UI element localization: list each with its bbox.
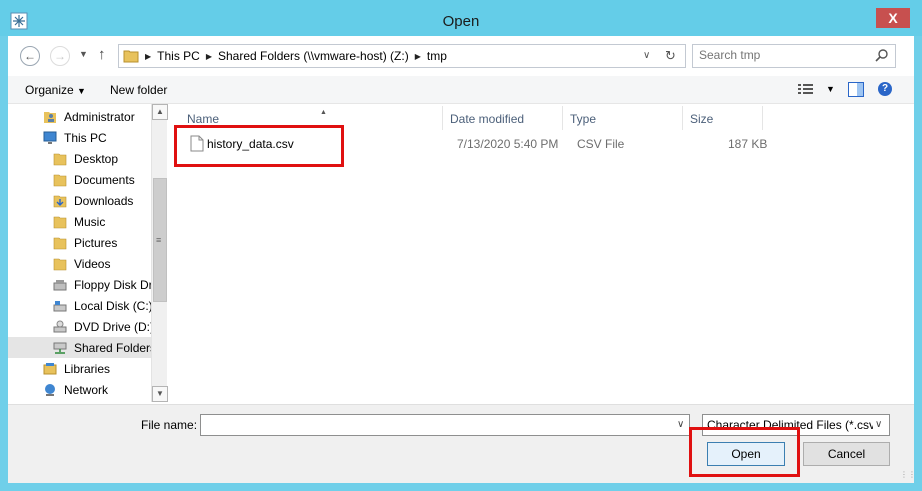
chevron-down-icon: ▼ <box>77 86 86 96</box>
column-header-date-modified[interactable]: Date modified <box>443 106 563 130</box>
up-arrow-icon[interactable]: ↑ <box>98 46 106 63</box>
folder-icon <box>53 174 67 186</box>
nav-item-label: Administrator <box>64 109 135 124</box>
nav-item-label: Documents <box>74 172 135 187</box>
nav-item-label: DVD Drive (D:) <box>74 319 151 334</box>
breadcrumb-this-pc[interactable]: This PC <box>157 49 200 63</box>
computer-icon <box>43 131 57 144</box>
folder-icon <box>53 216 67 228</box>
file-name-chevron-down-icon[interactable]: ∨ <box>677 419 684 430</box>
column-header-label: Name <box>187 112 220 126</box>
nav-item-label: Network <box>64 382 109 397</box>
file-name-combobox[interactable]: ∨ <box>200 414 690 436</box>
user-folder-icon <box>44 111 56 123</box>
cancel-button[interactable]: Cancel <box>803 442 890 466</box>
organize-label: Organize <box>25 83 74 97</box>
nav-item-videos[interactable]: Videos <box>8 253 151 274</box>
nav-item-documents[interactable]: Documents <box>8 169 151 190</box>
preview-pane-icon[interactable] <box>848 82 864 97</box>
nav-item-label: Libraries <box>64 361 111 376</box>
search-icon[interactable] <box>875 48 889 62</box>
scrollbar-thumb[interactable]: ≡ <box>153 178 167 302</box>
highlight-box-history-file <box>174 125 344 167</box>
folder-icon <box>123 50 139 63</box>
floppy-icon <box>53 279 67 290</box>
open-dialog: Open X ← → ▼ ↑ ▶ This PC ▶ Shared Folder… <box>0 0 922 491</box>
folder-icon <box>53 153 67 165</box>
help-icon[interactable]: ? <box>878 82 892 96</box>
libraries-icon <box>43 362 57 374</box>
nav-item-shared-folders[interactable]: Shared Folders <box>8 337 151 358</box>
new-folder-button[interactable]: New folder <box>110 83 167 97</box>
title-bar[interactable]: Open X <box>0 0 922 36</box>
highlight-box-open-button <box>689 427 800 477</box>
scroll-down-arrow-icon[interactable]: ▼ <box>152 386 168 402</box>
nav-item-desktop[interactable]: Desktop <box>8 148 151 169</box>
nav-item-pictures[interactable]: Pictures <box>8 232 151 253</box>
file-date-modified: 7/13/2020 5:40 PM <box>457 137 559 151</box>
nav-item-label: Local Disk (C:) <box>74 298 151 313</box>
nav-item-label: Videos <box>74 256 111 271</box>
grip-icon: ≡ <box>156 235 162 245</box>
dialog-body: ← → ▼ ↑ ▶ This PC ▶ Shared Folders (\\vm… <box>8 36 916 483</box>
nav-item-floppy[interactable]: Floppy Disk Dri <box>8 274 151 295</box>
navigation-pane: Administrator This PC Desktop Documents … <box>8 104 168 404</box>
address-row: ← → ▼ ↑ ▶ This PC ▶ Shared Folders (\\vm… <box>8 36 914 76</box>
nav-item-downloads[interactable]: Downloads <box>8 190 151 211</box>
view-chevron-down-icon[interactable]: ▼ <box>826 84 835 94</box>
recent-locations-chevron-down-icon[interactable]: ▼ <box>79 49 88 59</box>
network-icon <box>45 383 55 396</box>
folder-icon <box>53 237 67 249</box>
nav-scrollbar[interactable]: ▲ ≡ ▼ <box>151 104 168 402</box>
nav-item-this-pc[interactable]: This PC <box>8 127 151 148</box>
window-title: Open <box>442 13 480 30</box>
nav-item-administrator[interactable]: Administrator <box>8 106 151 127</box>
disk-icon <box>53 300 67 311</box>
nav-item-label: Floppy Disk Dri <box>74 277 151 292</box>
command-bar: Organize ▼ New folder ▼ ? <box>8 76 914 104</box>
refresh-icon[interactable]: ↻ <box>665 48 676 64</box>
filter-chevron-down-icon[interactable]: ∨ <box>875 419 882 430</box>
breadcrumb: ▶ This PC ▶ Shared Folders (\\vmware-hos… <box>145 45 447 67</box>
column-header-type[interactable]: Type <box>563 106 683 130</box>
address-bar[interactable]: ▶ This PC ▶ Shared Folders (\\vmware-hos… <box>118 44 686 68</box>
sort-ascending-icon: ▲ <box>320 109 327 116</box>
forward-button[interactable]: → <box>50 46 70 66</box>
nav-item-libraries[interactable]: Libraries <box>8 358 151 379</box>
address-history-chevron-down-icon[interactable]: ∨ <box>643 50 650 61</box>
nav-item-label: Shared Folders <box>74 340 151 355</box>
search-box[interactable] <box>692 44 896 68</box>
folder-icon <box>53 258 67 270</box>
dvd-icon <box>53 320 67 332</box>
scroll-up-arrow-icon[interactable]: ▲ <box>152 104 168 120</box>
nav-item-label: Downloads <box>74 193 134 208</box>
nav-item-label: Desktop <box>74 151 119 166</box>
back-button[interactable]: ← <box>20 46 40 66</box>
chevron-right-icon[interactable]: ▶ <box>415 52 421 61</box>
file-size: 187 KB <box>728 137 768 151</box>
chevron-right-icon[interactable]: ▶ <box>206 52 212 61</box>
file-name-input[interactable] <box>205 418 665 432</box>
chevron-right-icon[interactable]: ▶ <box>145 52 151 61</box>
breadcrumb-shared-folders[interactable]: Shared Folders (\\vmware-host) (Z:) <box>218 49 409 63</box>
view-options-icon[interactable] <box>798 83 814 96</box>
nav-item-label: Pictures <box>74 235 118 250</box>
nav-item-local-disk[interactable]: Local Disk (C:) <box>8 295 151 316</box>
close-button[interactable]: X <box>876 8 910 28</box>
column-header-size[interactable]: Size <box>683 106 763 130</box>
organize-menu[interactable]: Organize ▼ <box>25 83 86 97</box>
network-drive-icon <box>53 342 67 354</box>
nav-item-label: This PC <box>64 130 107 145</box>
file-name-label: File name: <box>141 418 198 432</box>
nav-item-network[interactable]: Network <box>8 379 151 400</box>
search-input[interactable] <box>699 48 869 62</box>
resize-grip-icon[interactable]: ⋮⋮ <box>900 470 916 479</box>
file-type: CSV File <box>577 137 625 151</box>
breadcrumb-tmp[interactable]: tmp <box>427 49 447 63</box>
nav-item-dvd-drive[interactable]: DVD Drive (D:) <box>8 316 151 337</box>
nav-item-label: Music <box>74 214 106 229</box>
folder-icon <box>53 195 67 207</box>
nav-item-music[interactable]: Music <box>8 211 151 232</box>
